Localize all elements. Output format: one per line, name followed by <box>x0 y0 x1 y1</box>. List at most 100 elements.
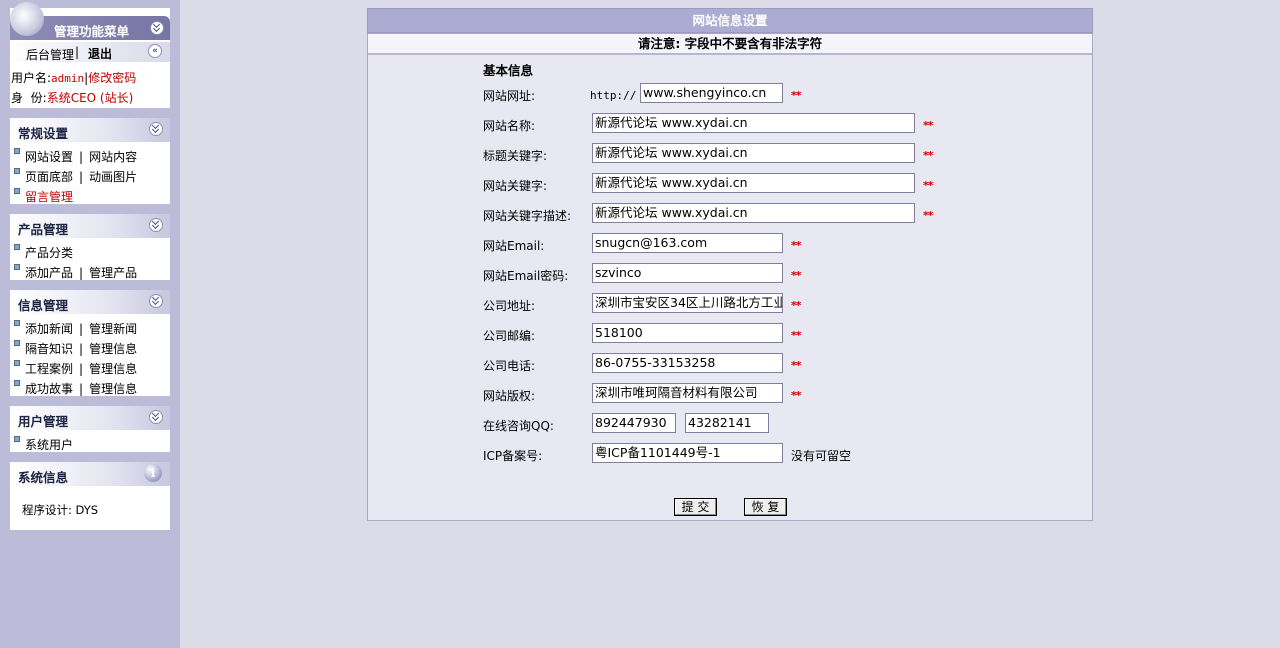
menu-link-page-footer[interactable]: 页面底部 <box>25 170 73 184</box>
bullet-icon <box>14 168 20 174</box>
required-mark: ** <box>923 149 933 162</box>
required-mark: ** <box>791 269 801 282</box>
divider: | <box>79 382 84 396</box>
url-prefix: http:// <box>590 89 637 102</box>
menu-title: 管理功能菜单 <box>54 24 130 39</box>
bullet-icon <box>14 436 20 442</box>
bullet-icon <box>14 148 20 154</box>
required-mark: ** <box>791 389 801 402</box>
icp-note: 没有可留空 <box>791 449 852 463</box>
site-name-label: 网站名称: <box>483 119 536 133</box>
required-mark: ** <box>791 299 801 312</box>
menu-link-success-stories[interactable]: 成功故事 <box>25 382 73 396</box>
email-password-label: 网站Email密码: <box>483 269 569 283</box>
copyright-input[interactable]: 深圳市唯珂隔音材料有限公司 <box>592 383 783 403</box>
company-address-label: 公司地址: <box>483 299 536 313</box>
site-description-label: 网站关键字描述: <box>483 209 572 223</box>
qq-label: 在线咨询QQ: <box>483 419 554 433</box>
collapse-icon[interactable] <box>149 218 163 232</box>
site-url-input[interactable]: www.shengyinco.cn <box>640 83 783 103</box>
panel-title: 系统信息 <box>18 470 69 485</box>
divider: | <box>79 362 84 376</box>
menu-link-manage-news[interactable]: 管理新闻 <box>89 322 137 336</box>
divider: | <box>75 45 80 59</box>
menu-link-manage-info[interactable]: 管理信息 <box>89 342 137 356</box>
divider: | <box>79 150 84 164</box>
panel-title: 产品管理 <box>18 222 69 237</box>
notice-text: 请注意: 字段中不要含有非法字符 <box>368 34 1092 55</box>
collapse-icon[interactable] <box>149 122 163 136</box>
panel-general-settings: 常规设置 网站设置 | 网站内容 页面底部 | 动画图片 留言管理 <box>10 118 170 204</box>
panel-header: 常规设置 <box>10 118 170 142</box>
info-icon: i <box>144 464 162 482</box>
menu-link-manage-product[interactable]: 管理产品 <box>89 266 137 280</box>
admin-home-link[interactable]: 后台管理 <box>26 46 74 63</box>
icp-label: ICP备案号: <box>483 449 543 463</box>
divider: | <box>79 322 84 336</box>
menu-link-manage-info[interactable]: 管理信息 <box>89 362 137 376</box>
icp-input[interactable]: 粤ICP备1101449号-1 <box>592 443 783 463</box>
required-mark: ** <box>791 329 801 342</box>
menu-link-add-news[interactable]: 添加新闻 <box>25 322 73 336</box>
menu-link-add-product[interactable]: 添加产品 <box>25 266 73 280</box>
copyright-label: 网站版权: <box>483 389 536 403</box>
panel-product-management: 产品管理 产品分类 添加产品 | 管理产品 <box>10 214 170 280</box>
divider: | <box>79 266 84 280</box>
phone-input[interactable]: 86-0755-33153258 <box>592 353 783 373</box>
panel-title: 信息管理 <box>18 298 69 313</box>
reset-button[interactable]: 恢 复 <box>744 498 787 516</box>
menu-link-soundproof-knowledge[interactable]: 隔音知识 <box>25 342 73 356</box>
panel-title: 常规设置 <box>18 126 69 141</box>
required-mark: ** <box>923 209 933 222</box>
collapse-icon[interactable] <box>149 294 163 308</box>
change-password-link[interactable]: 修改密码 <box>88 71 136 85</box>
username-label: 用户名: <box>11 71 52 85</box>
collapse-icon[interactable] <box>149 410 163 424</box>
site-name-input[interactable]: 新源代论坛 www.xydai.cn <box>592 113 915 133</box>
qq-input-1[interactable]: 892447930 <box>592 413 676 433</box>
role-row: 身 份:系统CEO (站长) <box>11 89 133 106</box>
collapse-menu-icon[interactable] <box>150 21 164 35</box>
menu-link-product-category[interactable]: 产品分类 <box>25 246 73 260</box>
qq-input-2[interactable]: 43282141 <box>685 413 769 433</box>
menu-link-animation[interactable]: 动画图片 <box>89 170 137 184</box>
site-keywords-label: 网站关键字: <box>483 179 548 193</box>
bullet-icon <box>14 264 20 270</box>
sidebar: 管理功能菜单 后台管理 | 退出 « 用户名:admin|修改密码 身 份:系统… <box>0 0 180 648</box>
menu-link-system-users[interactable]: 系统用户 <box>25 438 73 452</box>
bullet-icon <box>14 360 20 366</box>
menu-link-site-settings[interactable]: 网站设置 <box>25 150 73 164</box>
admin-bar: 后台管理 | 退出 « <box>10 42 170 62</box>
role-label: 身 份: <box>11 91 47 105</box>
company-address-input[interactable]: 深圳市宝安区34区上川路北方工业园 <box>592 293 783 313</box>
submit-button[interactable]: 提 交 <box>674 498 717 516</box>
bullet-icon <box>14 380 20 386</box>
role-value: 系统CEO (站长) <box>46 91 134 105</box>
postcode-input[interactable]: 518100 <box>592 323 783 343</box>
menu-link-messages[interactable]: 留言管理 <box>25 190 73 204</box>
required-mark: ** <box>791 89 801 102</box>
site-keywords-input[interactable]: 新源代论坛 www.xydai.cn <box>592 173 915 193</box>
site-email-input[interactable]: snugcn@163.com <box>592 233 783 253</box>
title-keywords-label: 标题关键字: <box>483 149 548 163</box>
menu-link-site-content[interactable]: 网站内容 <box>89 150 137 164</box>
logo-icon <box>10 2 44 36</box>
panel-header: 产品管理 <box>10 214 170 238</box>
email-password-input[interactable]: szvinco <box>592 263 783 283</box>
title-keywords-input[interactable]: 新源代论坛 www.xydai.cn <box>592 143 915 163</box>
username-row: 用户名:admin|修改密码 <box>11 69 136 86</box>
site-description-input[interactable]: 新源代论坛 www.xydai.cn <box>592 203 915 223</box>
menu-link-manage-info[interactable]: 管理信息 <box>89 382 137 396</box>
panel-system-info: 系统信息 i 程序设计: DYS <box>10 462 170 530</box>
menu-link-project-cases[interactable]: 工程案例 <box>25 362 73 376</box>
logout-link[interactable]: 退出 <box>88 45 112 62</box>
required-mark: ** <box>791 359 801 372</box>
section-title: 基本信息 <box>483 63 534 78</box>
bullet-icon <box>14 244 20 250</box>
menu-panel: 管理功能菜单 后台管理 | 退出 « 用户名:admin|修改密码 身 份:系统… <box>10 2 170 108</box>
site-url-label: 网站网址: <box>483 89 536 103</box>
page-title: 网站信息设置 <box>367 8 1093 33</box>
double-chevron-left-icon[interactable]: « <box>148 44 162 58</box>
required-mark: ** <box>923 179 933 192</box>
postcode-label: 公司邮编: <box>483 329 536 343</box>
